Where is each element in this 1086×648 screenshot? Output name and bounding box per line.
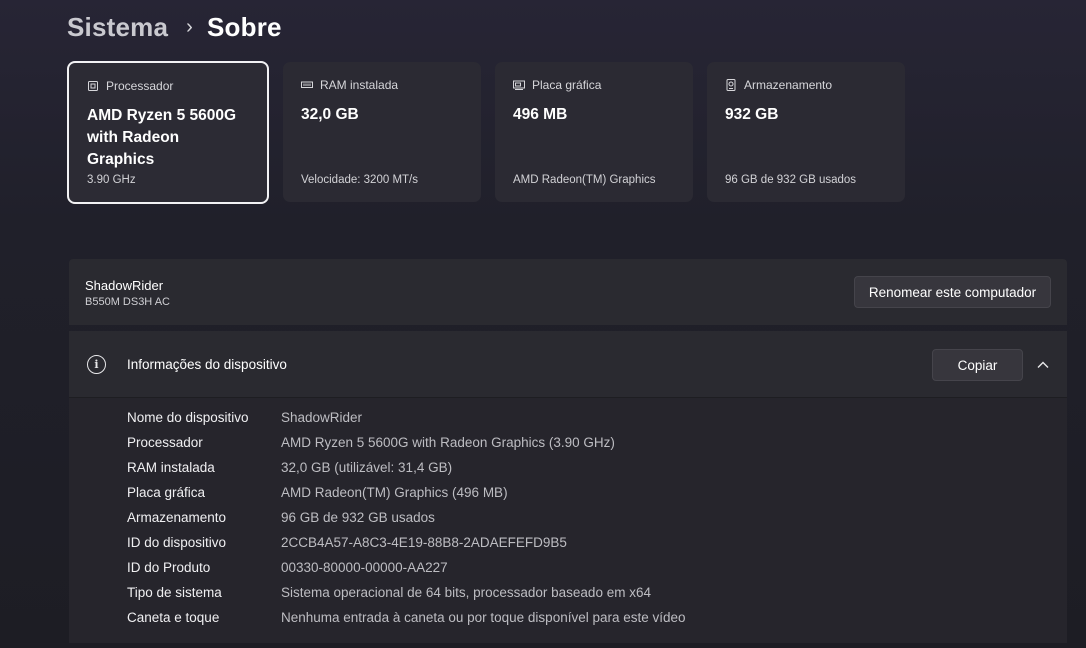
processor-icon (87, 80, 99, 92)
page-title: Sobre (207, 11, 282, 42)
row-value: 2CCB4A57-A8C3-4E19-88B8-2ADAEFEFD9B5 (281, 535, 567, 550)
info-row-storage: Armazenamento 96 GB de 932 GB usados (69, 506, 1067, 531)
card-label: Armazenamento (744, 78, 833, 92)
info-icon: i (87, 355, 106, 374)
row-label: Caneta e toque (127, 610, 220, 625)
row-value: 96 GB de 932 GB usados (281, 510, 435, 525)
info-row-system-type: Tipo de sistema Sistema operacional de 6… (69, 581, 1067, 606)
row-value: Sistema operacional de 64 bits, processa… (281, 585, 651, 600)
card-value: 496 MB (513, 106, 568, 123)
computer-model: B550M DS3H AC (85, 296, 170, 308)
device-info-title: Informações do dispositivo (127, 357, 287, 372)
card-sub: Velocidade: 3200 MT/s (301, 174, 418, 186)
info-row-device-name: Nome do dispositivo ShadowRider (69, 406, 1067, 431)
breadcrumb-sistema-link[interactable]: Sistema (67, 12, 168, 43)
row-value: AMD Radeon(TM) Graphics (496 MB) (281, 485, 508, 500)
card-sub: 3.90 GHz (87, 174, 136, 186)
row-label: Tipo de sistema (127, 585, 222, 600)
card-processor[interactable]: Processador AMD Ryzen 5 5600G with Radeo… (67, 61, 269, 204)
row-value: 00330-80000-00000-AA227 (281, 560, 448, 575)
ram-icon (301, 79, 313, 91)
row-label: RAM instalada (127, 460, 215, 475)
row-value: ShadowRider (281, 410, 363, 425)
chevron-right-icon: › (186, 15, 193, 38)
row-label: Nome do dispositivo (127, 410, 249, 425)
row-label: ID do Produto (127, 560, 211, 575)
graphics-card-icon (513, 79, 525, 91)
card-value: 32,0 GB (301, 106, 359, 123)
breadcrumb: Sistema › Sobre (67, 8, 282, 46)
row-value: Nenhuma entrada à caneta ou por toque di… (281, 610, 686, 625)
computer-name: ShadowRider (85, 278, 164, 293)
info-row-product-id: ID do Produto 00330-80000-00000-AA227 (69, 556, 1067, 581)
card-label: Processador (106, 79, 174, 93)
row-label: ID do dispositivo (127, 535, 227, 550)
row-label: Armazenamento (127, 510, 227, 525)
storage-icon (725, 79, 737, 91)
device-info-list: Nome do dispositivo ShadowRider Processa… (69, 406, 1067, 631)
card-value: 932 GB (725, 106, 779, 123)
copy-button[interactable]: Copiar (932, 349, 1023, 381)
computer-name-panel: ShadowRider B550M DS3H AC Renomear este … (69, 259, 1067, 325)
card-label: RAM instalada (320, 78, 399, 92)
card-sub: AMD Radeon(TM) Graphics (513, 174, 656, 186)
card-storage[interactable]: Armazenamento 932 GB 96 GB de 932 GB usa… (707, 62, 905, 202)
info-row-device-id: ID do dispositivo 2CCB4A57-A8C3-4E19-88B… (69, 531, 1067, 556)
info-row-ram: RAM instalada 32,0 GB (utilizável: 31,4 … (69, 456, 1067, 481)
row-label: Processador (127, 435, 203, 450)
card-sub: 96 GB de 932 GB usados (725, 174, 857, 186)
info-row-processor: Processador AMD Ryzen 5 5600G with Radeo… (69, 431, 1067, 456)
device-info-header[interactable]: i Informações do dispositivo Copiar (69, 331, 1067, 398)
device-info-panel: i Informações do dispositivo Copiar Nome… (69, 331, 1067, 643)
row-value: AMD Ryzen 5 5600G with Radeon Graphics (… (281, 435, 615, 450)
card-value: AMD Ryzen 5 5600G with Radeon Graphics (87, 107, 237, 168)
card-graphics[interactable]: Placa gráfica 496 MB AMD Radeon(TM) Grap… (495, 62, 693, 202)
row-value: 32,0 GB (utilizável: 31,4 GB) (281, 460, 453, 475)
spec-cards: Processador AMD Ryzen 5 5600G with Radeo… (67, 61, 905, 204)
card-ram[interactable]: RAM instalada 32,0 GB Velocidade: 3200 M… (283, 62, 481, 202)
row-label: Placa gráfica (127, 485, 206, 500)
info-row-pen-touch: Caneta e toque Nenhuma entrada à caneta … (69, 606, 1067, 631)
rename-computer-button[interactable]: Renomear este computador (854, 276, 1051, 308)
card-label: Placa gráfica (532, 78, 602, 92)
chevron-up-icon[interactable] (1035, 357, 1051, 373)
info-row-graphics: Placa gráfica AMD Radeon(TM) Graphics (4… (69, 481, 1067, 506)
